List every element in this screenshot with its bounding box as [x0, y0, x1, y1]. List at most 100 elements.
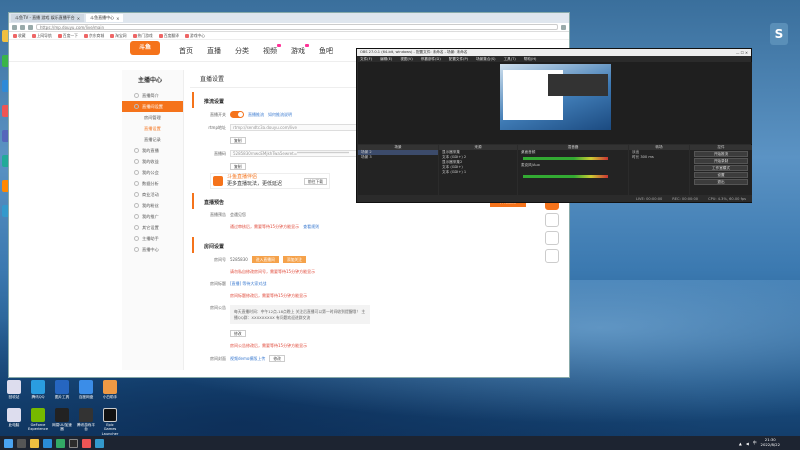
star-icon[interactable]	[561, 24, 566, 30]
close-icon[interactable]: ×	[116, 16, 119, 21]
cover-edit-button[interactable]: 修改	[269, 355, 285, 363]
app-icon[interactable]	[95, 438, 104, 448]
float-top-icon[interactable]	[545, 249, 559, 263]
bookmark-item[interactable]: 上网导航	[31, 33, 52, 39]
network-icon[interactable]: ▲	[739, 441, 742, 446]
desktop-icon-uu[interactable]: 网易UU加速器	[52, 408, 72, 436]
source-item[interactable]: 文本 (GDI+) 1	[439, 170, 517, 175]
circle-icon	[134, 225, 139, 230]
exit-button[interactable]: 退出	[694, 179, 748, 185]
sidebar-item[interactable]: 直播中心	[122, 244, 183, 255]
forward-icon[interactable]	[20, 24, 25, 30]
desktop-icon-qq[interactable]: 腾讯QQ	[28, 380, 48, 399]
sidebar-item[interactable]: 我的收益	[122, 156, 183, 167]
nav-live[interactable]: 直播	[207, 46, 221, 56]
sidebar-item[interactable]: 我的公会	[122, 167, 183, 178]
nav-game[interactable]: 游戏	[291, 43, 309, 56]
close-icon[interactable]: ×	[77, 16, 80, 21]
bookmark-item[interactable]: 淘宝网	[110, 33, 127, 39]
float-tool-icon[interactable]	[545, 213, 559, 227]
browser-icon[interactable]	[43, 438, 52, 448]
cover-link[interactable]: 视频demo模版上传	[230, 356, 265, 362]
bookmark-item[interactable]: 京东商城	[83, 33, 104, 39]
sidebar-item-active[interactable]: 直播间设置	[122, 101, 183, 112]
sidebar-subitem[interactable]: 直播记录	[122, 134, 183, 145]
notice-textarea[interactable]: 每天直播时间：中午12点-18点晚上 关注后直播可以第一时间收到提醒哦！ 主播Q…	[230, 305, 370, 325]
start-recording-button[interactable]: 开始录制	[694, 158, 748, 164]
menu-item[interactable]: 配置文件(P)	[449, 57, 468, 62]
menu-item[interactable]: 编辑(E)	[380, 57, 392, 62]
sidebar-item[interactable]: 其它设置	[122, 222, 183, 233]
bookmark-item[interactable]: 热门游戏	[132, 33, 153, 39]
desktop-icon-tgp[interactable]: 腾讯游戏平台	[76, 408, 96, 436]
search-icon[interactable]	[17, 438, 26, 448]
clock[interactable]: 21:30 2022/8/22	[761, 437, 780, 448]
sidebar-subitem-active[interactable]: 直播设置	[122, 123, 183, 134]
desktop-icon-epic[interactable]: Epic Games Launcher	[100, 408, 120, 436]
menu-item[interactable]: 场景集合(S)	[476, 57, 495, 62]
url-input[interactable]: https://mp.douyu.com/live/main	[36, 24, 558, 30]
desktop-icon-tool[interactable]: 图片工具	[52, 380, 72, 399]
push-link[interactable]: 直播推流	[248, 112, 264, 118]
desktop-icon-geforce[interactable]: GeForce Experience	[28, 408, 48, 436]
download-button[interactable]: 前往下载	[303, 177, 327, 185]
sidebar-item[interactable]: 我的粉丝	[122, 200, 183, 211]
file-explorer-icon[interactable]	[30, 438, 39, 448]
scene-item[interactable]: 场景 3	[358, 155, 438, 160]
duration-field[interactable]: 300 ms	[640, 155, 653, 159]
window-controls[interactable]: — ☐ ✕	[736, 51, 748, 55]
sidebar-item[interactable]: 主播助手	[122, 233, 183, 244]
sidebar-item[interactable]: 商业活动	[122, 189, 183, 200]
obs-icon[interactable]	[69, 438, 78, 448]
menu-item[interactable]: 视图(V)	[400, 57, 412, 62]
tray-app-icon[interactable]: S	[770, 23, 788, 45]
follow-button[interactable]: 添加关注	[282, 256, 306, 263]
ime-icon[interactable]: 中	[753, 440, 757, 446]
nav-home[interactable]: 首页	[179, 46, 193, 56]
back-icon[interactable]	[12, 24, 17, 30]
nav-category[interactable]: 分类	[235, 46, 249, 56]
desktop-icon-recycle[interactable]: 回收站	[4, 380, 24, 399]
copy-key-button[interactable]: 复制	[230, 163, 246, 170]
browser-tab-active[interactable]: 斗鱼直播中心 ×	[86, 14, 124, 22]
float-help-icon[interactable]	[545, 231, 559, 245]
app-icon[interactable]	[82, 438, 91, 448]
sidebar-subitem[interactable]: 房间管理	[122, 112, 183, 123]
menu-item[interactable]: 帮助(H)	[524, 57, 537, 62]
start-streaming-button[interactable]: 开始推流	[694, 151, 748, 157]
sidebar-item[interactable]: 数据分析	[122, 178, 183, 189]
bookmark-item[interactable]: 百度一下	[57, 33, 78, 39]
rules-link[interactable]: 查看规则	[303, 224, 319, 230]
settings-button[interactable]: 设置	[694, 172, 748, 178]
sidebar-item[interactable]: 直播简介	[122, 90, 183, 101]
bookmark-item[interactable]: 收藏	[13, 33, 26, 39]
copy-rtmp-button[interactable]: 复制	[230, 137, 246, 144]
menu-item[interactable]: 文件(F)	[360, 57, 372, 62]
wechat-icon[interactable]	[56, 438, 65, 448]
douyu-logo[interactable]: 斗鱼	[130, 41, 160, 55]
nav-video[interactable]: 视频	[263, 43, 281, 56]
save-button[interactable]: 修改	[230, 330, 246, 338]
enter-room-button[interactable]: 进入直播间	[251, 256, 279, 263]
menu-item[interactable]: 停靠部件(D)	[421, 57, 441, 62]
browser-tab[interactable]: 斗鱼TV - 直播 游戏 娱乐直播平台 ×	[11, 14, 85, 22]
push-toggle[interactable]	[230, 111, 244, 118]
rtmp-field[interactable]: rtmp://sendtc3a.douyu.com/live	[230, 124, 370, 131]
studio-mode-button[interactable]: 工作室模式	[694, 165, 748, 171]
sidebar-item[interactable]: 我的直播	[122, 145, 183, 156]
windows-start-icon[interactable]	[4, 438, 13, 448]
desktop-icon-helper[interactable]: 小白助手	[100, 380, 120, 399]
bookmark-item[interactable]: 游戏中心	[184, 33, 205, 39]
desktop-icon-pc[interactable]: 此电脑	[4, 408, 24, 436]
howto-link[interactable]: 如何推流说明	[268, 112, 292, 118]
obs-preview[interactable]	[358, 62, 752, 144]
nav-fishbar[interactable]: 鱼吧	[319, 46, 333, 56]
refresh-icon[interactable]	[28, 24, 33, 30]
volume-icon[interactable]: ◀	[746, 441, 749, 446]
desktop-icon-netdisk[interactable]: 百度网盘	[76, 380, 96, 399]
room-title[interactable]: [直播] 等待大家对战	[230, 281, 266, 287]
sidebar-item[interactable]: 我的推广	[122, 211, 183, 222]
menu-item[interactable]: 工具(T)	[504, 57, 516, 62]
bookmark-item[interactable]: 百度翻译	[158, 33, 179, 39]
audio-meter	[523, 175, 608, 178]
